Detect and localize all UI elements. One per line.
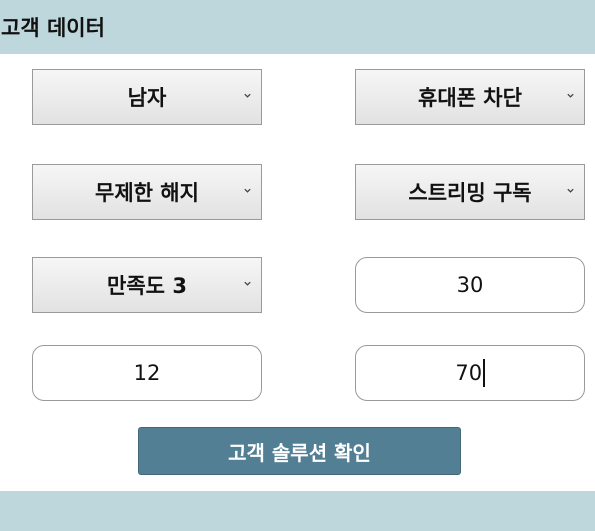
phone-block-select-value: 휴대폰 차단 xyxy=(418,86,522,110)
chevron-down-icon xyxy=(567,188,574,193)
number-input-3[interactable]: 70 xyxy=(355,345,585,401)
number-input-1[interactable]: 30 xyxy=(355,257,585,313)
chevron-down-icon xyxy=(244,93,251,98)
number-input-1-value: 30 xyxy=(456,273,484,297)
text-caret xyxy=(483,359,485,387)
cancellation-select-value: 무제한 해지 xyxy=(95,181,199,205)
number-input-2[interactable]: 12 xyxy=(32,345,262,401)
number-input-2-value: 12 xyxy=(133,361,161,385)
footer-bar xyxy=(0,491,595,531)
streaming-select[interactable]: 스트리밍 구독 xyxy=(355,164,585,220)
cancellation-select[interactable]: 무제한 해지 xyxy=(32,164,262,220)
chevron-down-icon xyxy=(567,93,574,98)
gender-select[interactable]: 남자 xyxy=(32,69,262,125)
satisfaction-select[interactable]: 만족도 3 xyxy=(32,257,262,313)
check-solution-button[interactable]: 고객 솔루션 확인 xyxy=(138,427,461,475)
satisfaction-select-value: 만족도 3 xyxy=(107,274,187,298)
header-bar: 고객 데이터 xyxy=(0,0,595,54)
chevron-down-icon xyxy=(244,281,251,286)
number-input-3-value: 70 xyxy=(455,361,483,385)
phone-block-select[interactable]: 휴대폰 차단 xyxy=(355,69,585,125)
chevron-down-icon xyxy=(244,188,251,193)
page-title: 고객 데이터 xyxy=(1,16,105,40)
gender-select-value: 남자 xyxy=(127,86,167,110)
streaming-select-value: 스트리밍 구독 xyxy=(408,181,532,205)
